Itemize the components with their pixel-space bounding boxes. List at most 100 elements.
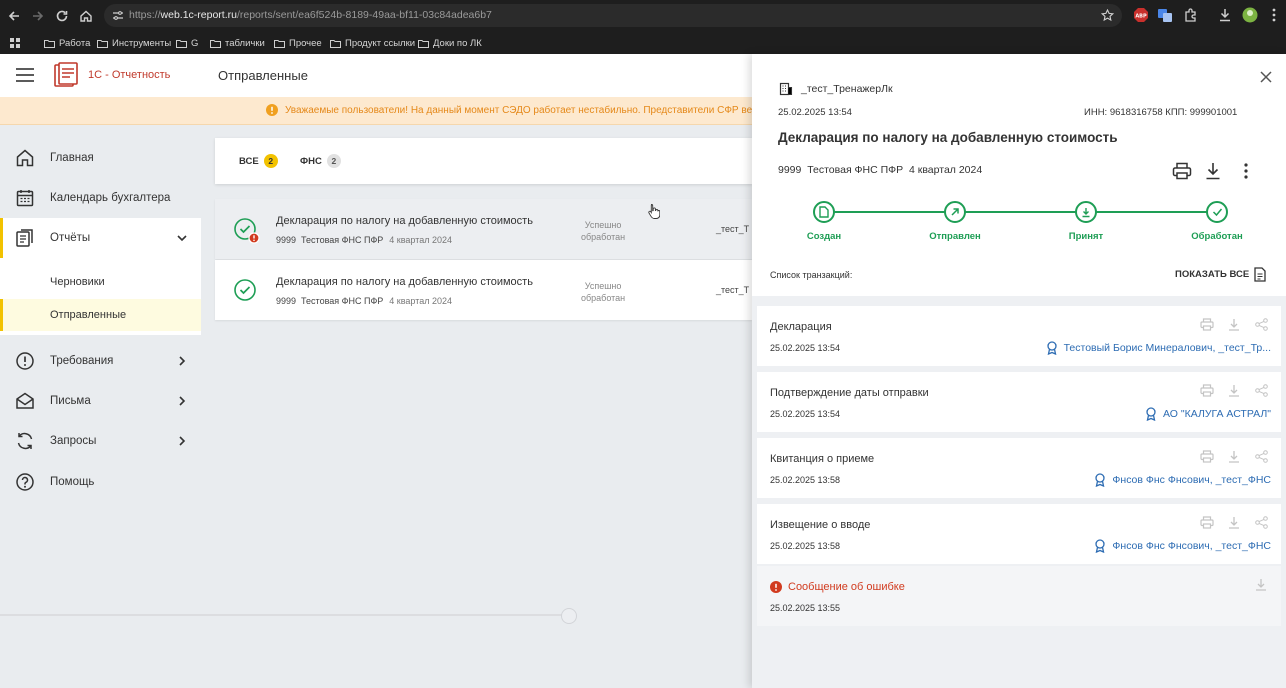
app-header: 1С - Отчетность Отправленные [0,54,752,97]
download-icon[interactable] [1224,316,1244,332]
tab-fns[interactable]: ФНС 2 [300,154,341,168]
building-icon [779,82,793,96]
report-row[interactable]: Декларация по налогу на добавленную стои… [215,199,752,259]
hamburger-menu-icon[interactable] [16,68,34,82]
share-icon[interactable] [1251,316,1271,332]
browser-menu-icon[interactable] [1265,6,1283,24]
calendar-icon [16,190,34,207]
bookmark-folder[interactable]: таблички [210,35,265,51]
success-icon [234,279,256,301]
download-icon[interactable] [1216,6,1234,24]
close-icon[interactable] [1260,71,1272,83]
sidebar-item-letters[interactable]: Письма [0,381,201,421]
print-icon[interactable] [1197,382,1217,398]
app-logo[interactable] [52,62,80,88]
share-icon[interactable] [1251,514,1271,530]
apps-grid-icon[interactable] [10,35,25,51]
sidebar-item-label: Требования [50,355,114,367]
sidebar-item-requests[interactable]: Запросы [0,421,201,461]
transaction-date: 25.02.2025 13:54 [770,343,841,353]
mail-icon [16,392,34,409]
transaction-date: 25.02.2025 13:55 [770,603,841,613]
star-icon[interactable] [1101,9,1114,22]
transaction-signer[interactable]: Фнсов Фнс Фнсович, _тест_ФНС [1094,539,1271,553]
sidebar-item-label: Главная [50,152,94,164]
transaction-signer[interactable]: Фнсов Фнс Фнсович, _тест_ФНС [1094,473,1271,487]
sidebar-item-reports[interactable]: Отчёты [0,218,201,258]
tab-all[interactable]: ВСЕ 2 [239,154,278,168]
sidebar-item-sent[interactable]: Отправленные [0,299,201,331]
panel-header: _тест_ТренажерЛк 25.02.2025 13:54 ИНН: 9… [752,54,1286,296]
transaction-title: Сообщение об ошибке [770,581,905,593]
print-icon[interactable] [1197,448,1217,464]
step-created-icon [813,201,835,223]
bookmark-folder[interactable]: G [176,35,198,51]
transaction-signer[interactable]: АО "КАЛУГА АСТРАЛ" [1145,407,1271,421]
sidebar-item-help[interactable]: Помощь [0,462,201,502]
more-options-icon[interactable] [1243,162,1249,180]
chevron-right-icon[interactable] [176,435,188,447]
transaction-actions [1190,448,1271,464]
bookmark-folder[interactable]: Инструменты [97,35,171,51]
transaction-date: 25.02.2025 13:58 [770,475,841,485]
show-all-button[interactable]: ПОКАЗАТЬ ВСЕ [1175,267,1266,282]
folder-icon [210,39,221,48]
document-details-panel: _тест_ТренажерЛк 25.02.2025 13:54 ИНН: 9… [752,54,1286,688]
share-icon[interactable] [1251,382,1271,398]
sidebar-item-label: Запросы [50,435,97,447]
hand-cursor-icon [648,204,660,219]
bookmark-folder[interactable]: Доки по ЛК [418,35,482,51]
sidebar-item-drafts[interactable]: Черновики [0,266,201,298]
back-icon[interactable] [4,6,24,26]
chevron-down-icon[interactable] [176,232,188,244]
transaction-title: Извещение о вводе [770,519,871,531]
scroll-handle[interactable] [561,608,577,624]
notice-banner: Уважаемые пользователи! На данный момент… [0,97,776,125]
print-icon[interactable] [1172,162,1192,180]
home-icon[interactable] [76,6,96,26]
folder-icon [418,39,429,48]
sidebar-item-home[interactable]: Главная [0,138,201,178]
translate-icon[interactable] [1156,6,1174,24]
forward-icon[interactable] [28,6,48,26]
sidebar-item-requirements[interactable]: Требования [0,341,201,381]
document-subtitle: 9999 Тестовая ФНС ПФР 4 квартал 2024 [778,164,983,176]
document-title: Декларация по налогу на добавленную стои… [778,130,1118,145]
transaction-item[interactable]: Квитанция о приеме 25.02.2025 13:58 Фнсо… [757,438,1281,498]
download-icon[interactable] [1224,448,1244,464]
document-icon [1254,267,1266,282]
app-logo-text[interactable]: 1С - Отчетность [88,69,170,81]
profile-avatar[interactable] [1241,6,1259,24]
reload-icon[interactable] [52,6,72,26]
transaction-item-error[interactable]: Сообщение об ошибке 25.02.2025 13:55 [757,566,1281,626]
download-icon[interactable] [1224,382,1244,398]
home-icon [16,149,34,167]
warning-icon [266,104,278,116]
adblock-icon[interactable]: ABP [1132,6,1150,24]
transaction-item[interactable]: Извещение о вводе 25.02.2025 13:58 Фнсов… [757,504,1281,564]
share-icon[interactable] [1251,448,1271,464]
download-icon[interactable] [1205,162,1221,180]
print-icon[interactable] [1197,514,1217,530]
extensions-icon[interactable] [1181,6,1199,24]
report-subtitle: 9999 Тестовая ФНС ПФР 4 квартал 2024 [276,296,453,306]
transactions-label: Список транзакций: [770,270,853,280]
transaction-title: Подтверждение даты отправки [770,387,929,399]
transaction-signer[interactable]: Тестовый Борис Минералович, _тест_Тр... [1046,341,1271,355]
report-row[interactable]: Декларация по налогу на добавленную стои… [215,260,752,320]
chevron-right-icon[interactable] [176,395,188,407]
bookmark-folder[interactable]: Работа [44,35,90,51]
transaction-item[interactable]: Подтверждение даты отправки 25.02.2025 1… [757,372,1281,432]
sidebar-item-label: Календарь бухгалтера [50,192,171,204]
download-icon[interactable] [1224,514,1244,530]
sidebar-item-calendar[interactable]: Календарь бухгалтера [0,178,201,218]
chevron-right-icon[interactable] [176,355,188,367]
scroll-track[interactable] [0,614,565,616]
address-bar[interactable]: https://web.1c-report.ru/reports/sent/ea… [104,4,1122,27]
transaction-item[interactable]: Декларация 25.02.2025 13:54 Тестовый Бор… [757,306,1281,366]
download-icon[interactable] [1251,576,1271,592]
bookmark-folder[interactable]: Прочее [274,35,322,51]
bookmark-folder[interactable]: Продукт ссылки [330,35,415,51]
site-settings-icon[interactable] [112,10,124,21]
print-icon[interactable] [1197,316,1217,332]
